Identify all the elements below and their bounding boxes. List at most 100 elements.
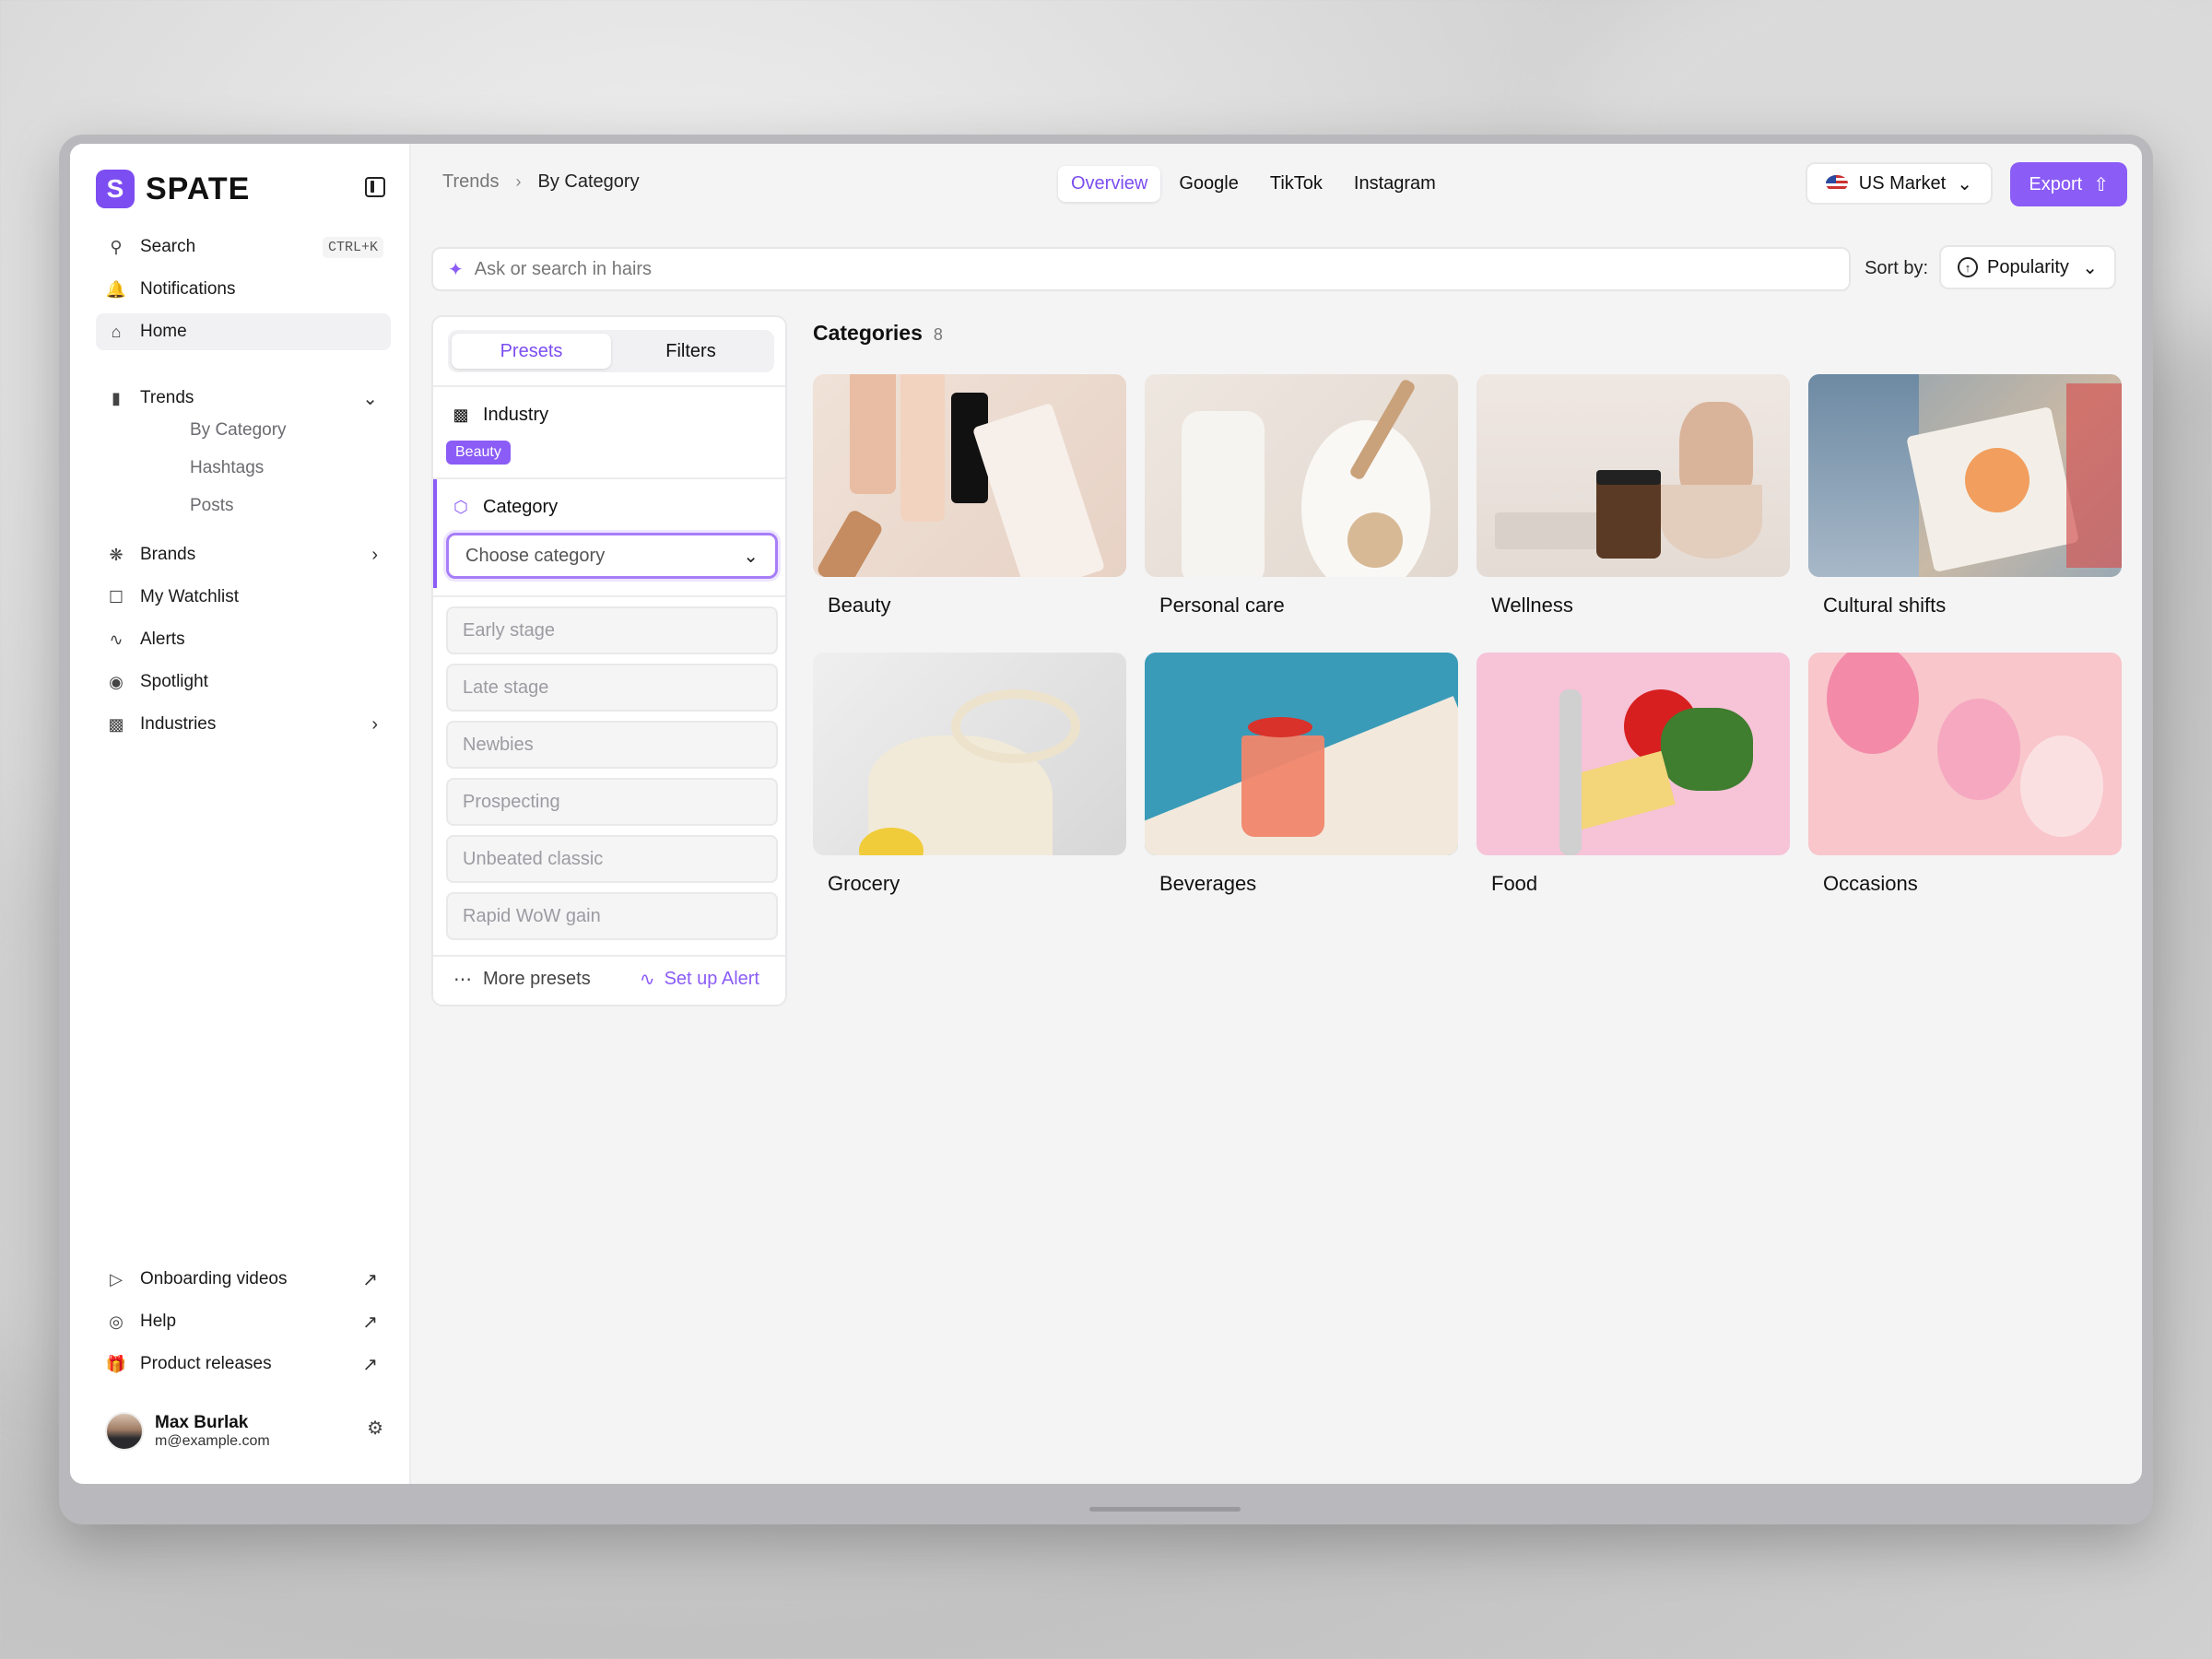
category-card-beauty[interactable]: Beauty (813, 374, 1126, 618)
sidebar-link-product-releases[interactable]: 🎁 Product releases ↗ (96, 1346, 391, 1382)
sidebar-item-trends[interactable]: ▮ Trends ⌄ (96, 380, 391, 417)
home-icon: ⌂ (111, 322, 122, 341)
search-icon: ⚲ (110, 237, 123, 256)
category-card-occasions[interactable]: Occasions (1808, 653, 2122, 896)
video-icon: ▷ (110, 1269, 123, 1288)
sidebar-link-help[interactable]: ◎ Help ↗ (96, 1303, 391, 1340)
category-card-wellness[interactable]: Wellness (1477, 374, 1790, 618)
laptop-notch (1089, 1507, 1241, 1512)
category-placeholder: Choose category (465, 545, 606, 566)
sidebar-item-notifications[interactable]: 🔔 Notifications (96, 271, 391, 308)
category-label: Cultural shifts (1823, 594, 1947, 617)
sidebar-subitem-posts[interactable]: Posts (190, 496, 234, 516)
filter-panel: Presets Filters ▩ Industry Beauty ⬡ Cate… (431, 315, 787, 1006)
sidebar-item-alerts[interactable]: ∿ Alerts (96, 621, 391, 658)
user-profile[interactable]: Max Burlak m@example.com (105, 1412, 270, 1451)
personal-care-image (1145, 374, 1458, 577)
category-card-grocery[interactable]: Grocery (813, 653, 1126, 896)
sidebar-item-label: Home (140, 322, 187, 341)
more-presets-label: More presets (483, 968, 591, 989)
shortcut-badge: CTRL+K (322, 236, 383, 258)
user-settings-icon[interactable]: ⚙ (367, 1417, 383, 1440)
categories-header: Categories 8 (813, 321, 943, 346)
sidebar-item-label: Onboarding videos (140, 1269, 288, 1288)
breadcrumb-trends[interactable]: Trends (442, 171, 500, 193)
tab-tiktok[interactable]: TikTok (1257, 166, 1335, 202)
tab-overview[interactable]: Overview (1058, 166, 1161, 202)
divider (433, 385, 785, 387)
avatar (105, 1412, 144, 1451)
category-title: Category (483, 496, 559, 517)
sidebar-item-watchlist[interactable]: ☐ My Watchlist (96, 579, 391, 616)
arrow-up-circle-icon: ↑ (1958, 257, 1978, 277)
category-label: Beauty (828, 594, 891, 617)
sidebar-item-home[interactable]: ⌂ Home (96, 313, 391, 350)
category-card-personal-care[interactable]: Personal care (1145, 374, 1458, 618)
tab-presets[interactable]: Presets (452, 334, 611, 369)
chevron-right-icon: › (515, 172, 522, 191)
category-label: Personal care (1159, 594, 1285, 617)
sidebar-item-label: Spotlight (140, 672, 208, 691)
share-icon: ⇧ (2093, 174, 2109, 195)
beverages-image (1145, 653, 1458, 855)
grocery-image (813, 653, 1126, 855)
sidebar-item-label: My Watchlist (140, 587, 239, 606)
preset-early-stage[interactable]: Early stage (446, 606, 778, 654)
market-label: US Market (1858, 172, 1947, 194)
external-link-icon: ↗ (362, 1269, 378, 1290)
sidebar-item-label: Search (140, 237, 196, 256)
more-presets-button[interactable]: ⋯ More presets (453, 968, 591, 991)
tab-google[interactable]: Google (1166, 166, 1252, 202)
industry-tag[interactable]: Beauty (446, 441, 511, 465)
sidebar-item-label: Alerts (140, 629, 185, 649)
sidebar-item-spotlight[interactable]: ◉ Spotlight (96, 664, 391, 700)
sidebar-item-brands[interactable]: ❋ Brands › (96, 536, 391, 573)
sort-select[interactable]: ↑ Popularity ⌄ (1939, 245, 2116, 289)
pulse-icon: ∿ (639, 969, 655, 990)
export-button[interactable]: Export ⇧ (2010, 162, 2127, 206)
ai-search-bar[interactable]: ✦ (431, 247, 1851, 291)
wellness-image (1477, 374, 1790, 577)
category-label: Beverages (1159, 872, 1257, 895)
lifebuoy-icon: ◎ (109, 1312, 124, 1331)
preset-prospecting[interactable]: Prospecting (446, 778, 778, 826)
cultural-shifts-image (1808, 374, 2122, 577)
sidebar-subitem-by-category[interactable]: By Category (190, 420, 287, 441)
category-section-title: ⬡ Category (450, 496, 558, 518)
export-label: Export (2029, 173, 2083, 194)
category-card-beverages[interactable]: Beverages (1145, 653, 1458, 896)
sidebar-item-industries[interactable]: ▩ Industries › (96, 706, 391, 743)
preset-rapid-wow-gain[interactable]: Rapid WoW gain (446, 892, 778, 940)
sidebar-collapse-icon[interactable] (365, 177, 385, 197)
category-label: Grocery (828, 872, 900, 895)
chevron-right-icon: › (371, 713, 378, 735)
bookmark-icon: ☐ (108, 587, 124, 606)
sidebar-link-onboarding-videos[interactable]: ▷ Onboarding videos ↗ (96, 1261, 391, 1298)
category-card-cultural-shifts[interactable]: Cultural shifts (1808, 374, 2122, 618)
bell-icon: 🔔 (105, 279, 127, 299)
preset-unbeated-classic[interactable]: Unbeated classic (446, 835, 778, 883)
sort-value: Popularity (1987, 256, 2069, 277)
logo[interactable]: S SPATE (96, 170, 250, 208)
main-content: Trends › By Category Overview Google Tik… (411, 144, 2142, 1484)
preset-late-stage[interactable]: Late stage (446, 664, 778, 712)
chevron-down-icon: ⌄ (1957, 173, 1972, 194)
sparkle-icon: ✦ (448, 259, 464, 280)
category-card-food[interactable]: Food (1477, 653, 1790, 896)
sidebar-subitem-hashtags[interactable]: Hashtags (190, 458, 264, 478)
preset-newbies[interactable]: Newbies (446, 721, 778, 769)
brands-icon: ❋ (109, 545, 124, 564)
pulse-icon: ∿ (109, 629, 124, 649)
market-select[interactable]: US Market ⌄ (1805, 162, 1993, 205)
category-select[interactable]: Choose category ⌄ (446, 533, 778, 579)
tab-filters[interactable]: Filters (611, 334, 771, 369)
app-window: S SPATE ⚲ Search CTRL+K 🔔 Notifications … (70, 144, 2142, 1484)
logo-text: SPATE (146, 171, 251, 206)
sort-label: Sort by: (1865, 258, 1928, 278)
beauty-image (813, 374, 1126, 577)
search-input[interactable] (474, 258, 1735, 280)
setup-alert-button[interactable]: ∿ Set up Alert (640, 968, 759, 991)
sidebar-item-search[interactable]: ⚲ Search CTRL+K (96, 229, 391, 265)
tab-instagram[interactable]: Instagram (1341, 166, 1449, 202)
category-label: Food (1491, 872, 1538, 895)
